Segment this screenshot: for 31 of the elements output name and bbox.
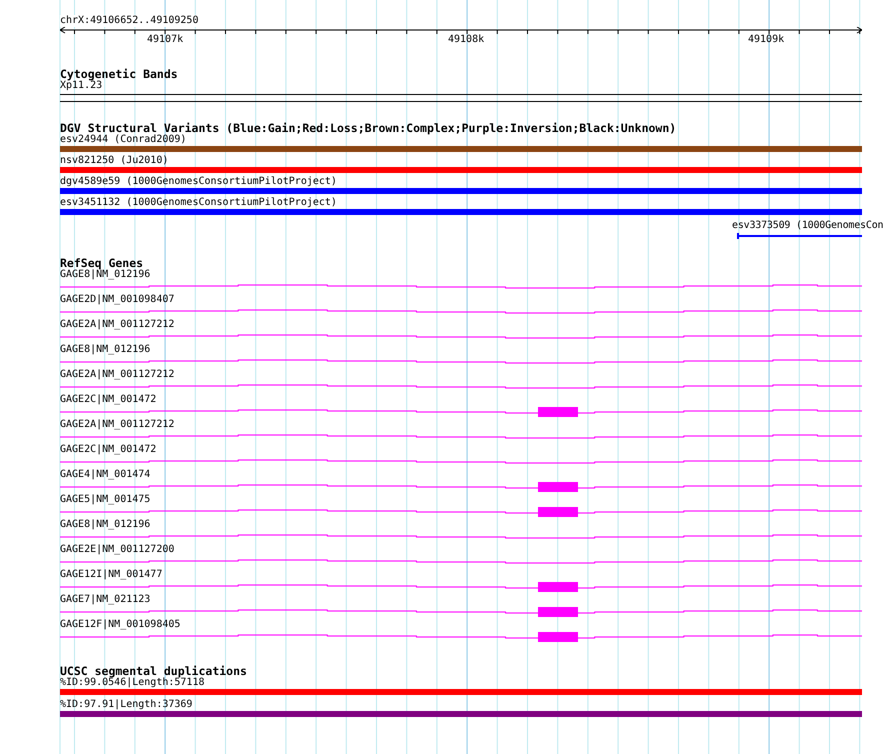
gene-label: GAGE8|NM_012196: [60, 519, 150, 531]
variant-label: dgv4589e59 (1000GenomesConsortiumPilotProject): [60, 176, 337, 188]
track-title: Cytogenetic Bands: [60, 68, 178, 80]
ruler-tick-label: 49107k: [147, 34, 184, 46]
track-title: RefSeq Genes: [60, 257, 144, 269]
variant-label: esv3373509 (1000GenomesCon: [732, 220, 884, 232]
duplication-label: %ID:99.0546|Length:57118: [60, 677, 204, 689]
gene-label: GAGE7|NM_021123: [60, 594, 150, 606]
variant-label: nsv821250 (Ju2010): [60, 155, 168, 167]
gene-label: GAGE4|NM_001474: [60, 469, 150, 481]
gene-label: GAGE2A|NM_001127212: [60, 369, 174, 381]
ruler-tick-label: 49109k: [748, 34, 784, 46]
gene-label: GAGE2E|NM_001127200: [60, 544, 174, 556]
gene-label: GAGE8|NM_012196: [60, 344, 150, 356]
band-label: Xp11.23: [60, 80, 102, 92]
variant-label: esv24944 (Conrad2009): [60, 134, 186, 146]
gene-label: GAGE12F|NM_001098405: [60, 619, 180, 631]
gene-label: GAGE2D|NM_001098407: [60, 294, 174, 306]
gene-label: GAGE8|NM_012196: [60, 269, 150, 281]
ruler-tick-label: 49108k: [448, 34, 484, 46]
region-label: chrX:49106652..49109250: [60, 15, 198, 27]
gene-label: GAGE2A|NM_001127212: [60, 319, 174, 331]
gene-label: GAGE2A|NM_001127212: [60, 419, 174, 431]
gene-label: GAGE2C|NM_001472: [60, 444, 156, 456]
track-title: UCSC segmental duplications: [60, 665, 247, 677]
gene-label: GAGE2C|NM_001472: [60, 394, 156, 406]
variant-label: esv3451132 (1000GenomesConsortiumPilotProject): [60, 197, 337, 209]
track-title: DGV Structural Variants (Blue:Gain;Red:Loss;Brown:Complex;Purple:Inversion;Black:Unknown): [60, 122, 676, 134]
duplication-label: %ID:97.91|Length:37369: [60, 699, 192, 711]
gene-label: GAGE5|NM_001475: [60, 494, 150, 506]
gene-label: GAGE12I|NM_001477: [60, 569, 162, 581]
